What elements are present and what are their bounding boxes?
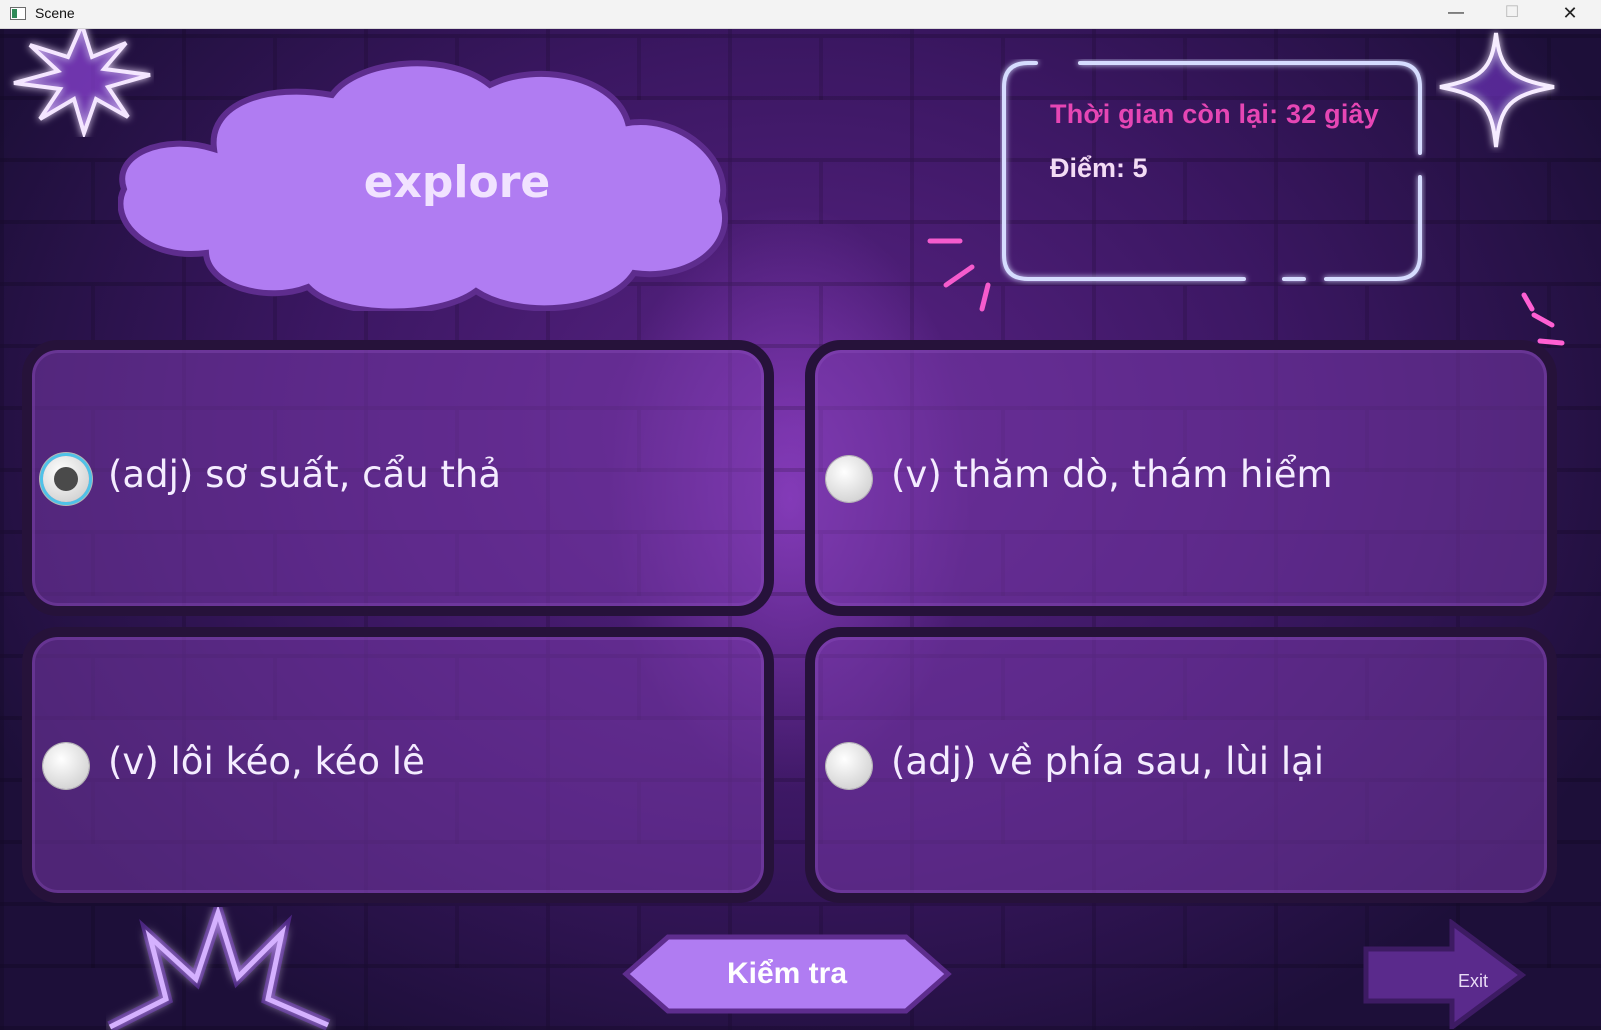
score-display: Điểm: 5 — [1050, 153, 1148, 183]
radio-unselected-icon[interactable] — [826, 743, 872, 789]
exit-button[interactable]: Exit — [1362, 919, 1526, 1029]
neon-star-burst-icon — [107, 907, 331, 1030]
countdown-timer: Thời gian còn lại: 32 giây — [1050, 99, 1379, 129]
arrow-right-icon — [1363, 919, 1526, 1029]
answer-option-1[interactable]: (adj) sơ suất, cẩu thả — [22, 340, 774, 616]
app-window-icon — [10, 7, 26, 20]
game-scene: explore Thời gian còn lại: 32 giây Điểm:… — [0, 29, 1601, 1030]
radio-selected-icon[interactable] — [43, 456, 89, 502]
maximize-button[interactable]: ☐ — [1484, 0, 1540, 28]
answer-option-label: (v) lôi kéo, kéo lê — [108, 740, 425, 783]
quiz-word: explore — [363, 157, 551, 208]
answer-option-3[interactable]: (v) lôi kéo, kéo lê — [22, 627, 774, 903]
answer-option-label: (v) thăm dò, thám hiểm — [891, 453, 1333, 496]
answer-option-2[interactable]: (v) thăm dò, thám hiểm — [805, 340, 1557, 616]
neon-dash-decoration — [927, 238, 991, 312]
radio-unselected-icon[interactable] — [826, 456, 872, 502]
check-answer-label: Kiểm tra — [726, 957, 848, 990]
window-titlebar: Scene — ☐ ✕ — [0, 0, 1601, 29]
close-button[interactable]: ✕ — [1542, 0, 1598, 28]
neon-sparkle-icon — [1439, 32, 1555, 148]
minimize-button[interactable]: — — [1428, 0, 1484, 28]
radio-unselected-icon[interactable] — [43, 743, 89, 789]
answer-option-label: (adj) về phía sau, lùi lại — [891, 740, 1325, 783]
answer-option-label: (adj) sơ suất, cẩu thả — [108, 453, 502, 496]
exit-label: Exit — [1458, 971, 1489, 991]
check-answer-button[interactable]: Kiểm tra — [622, 934, 952, 1014]
answer-option-4[interactable]: (adj) về phía sau, lùi lại — [805, 627, 1557, 903]
window-title: Scene — [35, 5, 75, 21]
